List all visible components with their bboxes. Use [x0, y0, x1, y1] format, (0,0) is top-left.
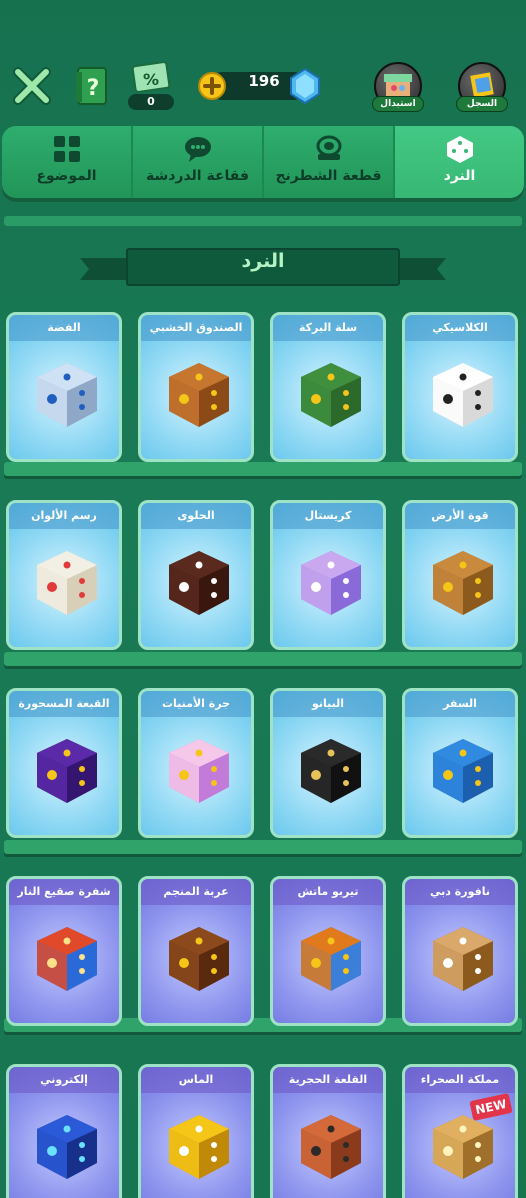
dice-name: كريستال: [273, 503, 383, 529]
dice-name: القلعة الحجرية: [273, 1067, 383, 1093]
dice-card[interactable]: عربة المنجم: [138, 876, 254, 1026]
dice-name: شفرة صقيع النار: [9, 879, 119, 905]
dice-icon: [37, 363, 97, 427]
dice-name: نافورة دبي: [405, 879, 515, 905]
dice-name: الماس: [141, 1067, 251, 1093]
dice-card[interactable]: الحلوى: [138, 500, 254, 650]
dice-name: عربة المنجم: [141, 879, 251, 905]
dice-icon: [37, 927, 97, 991]
dice-card[interactable]: القبعة المسحورة: [6, 688, 122, 838]
dice-card[interactable]: إلكتروني: [6, 1064, 122, 1198]
dice-name: السفر: [405, 691, 515, 717]
shelf: [4, 840, 522, 854]
dice-icon: [169, 363, 229, 427]
dice-card[interactable]: القلعة الحجرية: [270, 1064, 386, 1198]
dice-card[interactable]: الماس: [138, 1064, 254, 1198]
dice-card[interactable]: قوة الأرض: [402, 500, 518, 650]
dice-name: مملكة الصحراء: [405, 1067, 515, 1093]
dice-name: جرة الأمنيات: [141, 691, 251, 717]
dice-name: القبعة المسحورة: [9, 691, 119, 717]
dice-name: البيانو: [273, 691, 383, 717]
dice-card[interactable]: الكلاسيكي: [402, 312, 518, 462]
dice-name: رسم الألوان: [9, 503, 119, 529]
dice-card[interactable]: الصندوق الخشبي: [138, 312, 254, 462]
dice-card[interactable]: رسم الألوان: [6, 500, 122, 650]
dice-icon: [301, 1115, 361, 1179]
dice-card[interactable]: تيربو ماتش: [270, 876, 386, 1026]
dice-card[interactable]: البيانو: [270, 688, 386, 838]
dice-card[interactable]: سلة البركة: [270, 312, 386, 462]
dice-icon: [169, 551, 229, 615]
dice-icon: [433, 927, 493, 991]
dice-name: تيربو ماتش: [273, 879, 383, 905]
dice-icon: [301, 551, 361, 615]
new-badge: NEW: [469, 1093, 513, 1121]
dice-card[interactable]: كريستال: [270, 500, 386, 650]
dice-icon: [433, 363, 493, 427]
dice-card[interactable]: شفرة صقيع النار: [6, 876, 122, 1026]
dice-card[interactable]: السفر: [402, 688, 518, 838]
dice-icon: [433, 551, 493, 615]
dice-icon: [433, 1115, 493, 1179]
dice-icon: [169, 739, 229, 803]
dice-card[interactable]: الفضة: [6, 312, 122, 462]
dice-icon: [301, 927, 361, 991]
dice-name: الكلاسيكي: [405, 315, 515, 341]
dice-icon: [37, 1115, 97, 1179]
dice-card[interactable]: جرة الأمنيات: [138, 688, 254, 838]
dice-card[interactable]: مملكة الصحراء NEW: [402, 1064, 518, 1198]
dice-grid: الكلاسيكي سلة البركة الصندوق الخشبي الفضة قو…: [0, 0, 526, 1198]
shelf: [4, 652, 522, 666]
dice-name: الحلوى: [141, 503, 251, 529]
dice-icon: [301, 363, 361, 427]
dice-card[interactable]: نافورة دبي: [402, 876, 518, 1026]
shelf: [4, 462, 522, 476]
dice-icon: [433, 739, 493, 803]
dice-icon: [37, 551, 97, 615]
dice-icon: [169, 1115, 229, 1179]
dice-name: سلة البركة: [273, 315, 383, 341]
dice-name: الفضة: [9, 315, 119, 341]
dice-icon: [301, 739, 361, 803]
dice-name: إلكتروني: [9, 1067, 119, 1093]
dice-name: قوة الأرض: [405, 503, 515, 529]
dice-name: الصندوق الخشبي: [141, 315, 251, 341]
dice-icon: [169, 927, 229, 991]
dice-icon: [37, 739, 97, 803]
